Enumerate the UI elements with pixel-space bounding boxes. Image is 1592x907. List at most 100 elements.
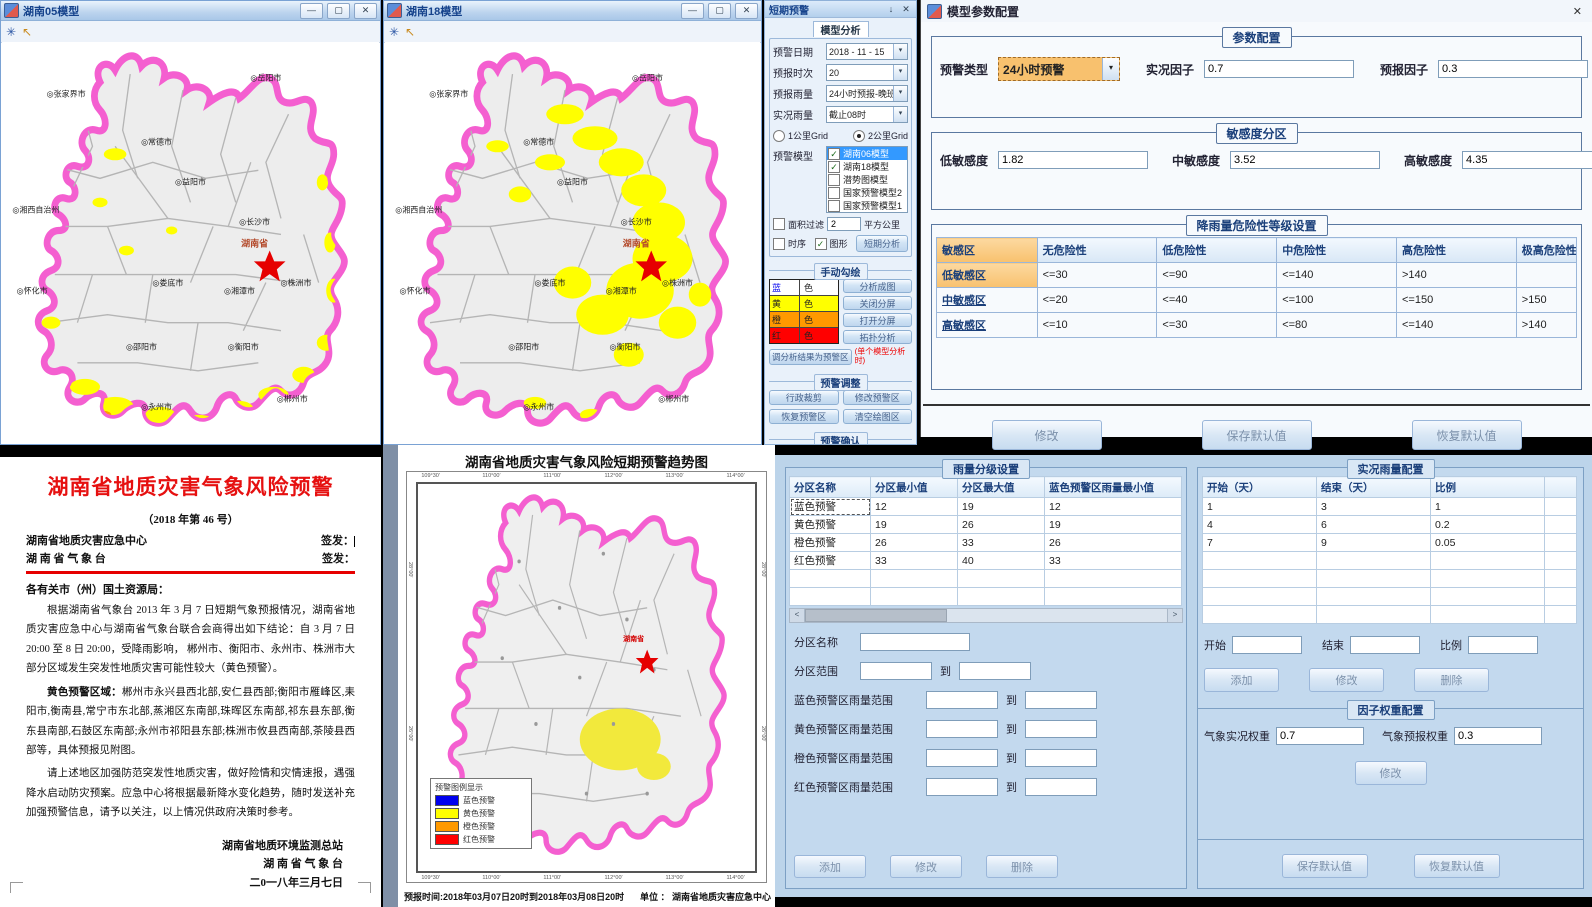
window1-minimize-button[interactable]: — xyxy=(300,3,323,19)
col-header[interactable]: 高危险性 xyxy=(1396,238,1516,263)
scroll-left-icon[interactable]: < xyxy=(790,609,805,622)
horizontal-scrollbar[interactable]: < > xyxy=(789,608,1183,623)
checkbox-icon[interactable] xyxy=(828,174,840,186)
cell[interactable]: <=80 xyxy=(1277,313,1397,338)
table-row[interactable]: 低敏感区 <=30 <=90 <=140 >140 xyxy=(937,263,1577,288)
modify-button[interactable]: 修改 xyxy=(890,855,962,878)
topology-analysis-button[interactable]: 拓扑分析 xyxy=(843,330,912,344)
pin-icon[interactable]: ↓ xyxy=(885,4,897,14)
chevron-down-icon[interactable]: ▾ xyxy=(893,86,907,101)
actual-rain-combo[interactable]: 截止08时 ▾ xyxy=(826,106,908,123)
cell[interactable]: 12 xyxy=(871,498,958,516)
cell[interactable]: 1 xyxy=(1431,498,1545,516)
weight-forecast-input[interactable] xyxy=(1454,727,1542,745)
cell[interactable]: <=20 xyxy=(1037,288,1157,313)
chevron-down-icon[interactable]: ▾ xyxy=(893,44,907,59)
forecast-factor-input[interactable] xyxy=(1438,60,1588,78)
cell[interactable]: 0.2 xyxy=(1431,516,1545,534)
timeseries-checkbox-group[interactable]: 时序 xyxy=(773,237,806,250)
actual-factor-input[interactable] xyxy=(1204,60,1354,78)
start-input[interactable] xyxy=(1232,636,1302,654)
weight-modify-button[interactable]: 修改 xyxy=(1355,761,1427,785)
tab-model-analysis[interactable]: 模型分析 xyxy=(813,21,869,37)
delete-button[interactable]: 删除 xyxy=(986,855,1058,878)
cell[interactable]: <=30 xyxy=(1037,263,1157,288)
cell[interactable]: 6 xyxy=(1317,516,1431,534)
table-row[interactable]: 1 3 1 xyxy=(1203,498,1577,516)
checkbox-checked-icon[interactable]: ✓ xyxy=(828,161,840,173)
cell[interactable]: 26 xyxy=(958,516,1045,534)
radio-2km-grid[interactable]: 2公里Grid xyxy=(853,129,908,142)
select-tool-icon[interactable]: ✳ xyxy=(6,25,16,39)
cell[interactable]: 26 xyxy=(1045,534,1182,552)
col-header[interactable] xyxy=(1545,477,1577,498)
cell[interactable]: 33 xyxy=(871,552,958,570)
dialog-titlebar[interactable]: 模型参数配置 ✕ xyxy=(921,0,1592,22)
window2-titlebar[interactable]: 湖南18模型 — ▢ ✕ xyxy=(384,1,761,21)
chevron-down-icon[interactable]: ▾ xyxy=(893,107,907,122)
cell[interactable]: <=10 xyxy=(1037,313,1157,338)
window1-map-canvas[interactable]: ◎张家界市 ◎岳阳市 ◎常德市 ◎益阳市 ◎湘西自治州 ◎长沙市 ◎湘潭市 ◎株… xyxy=(2,42,379,443)
row-header-cell[interactable]: 低敏感区 xyxy=(937,263,1038,288)
rain-hazard-table[interactable]: 敏感区 无危险性 低危险性 中危险性 高危险性 极高危险性 低敏感区 <=30 … xyxy=(936,237,1577,338)
col-header[interactable]: 极高危险性 xyxy=(1516,238,1576,263)
analyze-to-map-button[interactable]: 分析成图 xyxy=(843,279,912,293)
short-analysis-button[interactable]: 短期分析 xyxy=(856,235,908,252)
window1-maximize-button[interactable]: ▢ xyxy=(327,3,350,19)
add-button[interactable]: 添加 xyxy=(794,855,866,878)
cell[interactable]: <=140 xyxy=(1396,313,1516,338)
cell[interactable]: >140 xyxy=(1516,313,1576,338)
red-range-min-input[interactable] xyxy=(926,778,998,796)
checkbox-checked-icon[interactable]: ✓ xyxy=(828,148,840,160)
cell[interactable] xyxy=(1516,263,1576,288)
cell[interactable]: 12 xyxy=(1045,498,1182,516)
zone-range-min-input[interactable] xyxy=(860,662,932,680)
window2-close-button[interactable]: ✕ xyxy=(735,3,758,19)
cell[interactable]: 19 xyxy=(871,516,958,534)
checkbox-icon[interactable] xyxy=(773,238,785,250)
panel-titlebar[interactable]: 短期预警 ↓ ✕ xyxy=(765,1,916,18)
pointer-tool-icon[interactable]: ↖ xyxy=(22,25,32,39)
graph-checkbox-group[interactable]: ✓ 图形 xyxy=(815,237,848,250)
zone-name-input[interactable] xyxy=(860,633,970,651)
cell[interactable]: 33 xyxy=(958,534,1045,552)
model-list[interactable]: ✓ 湖南06模型 ✓ 湖南18模型 潜势图模型 xyxy=(826,146,908,213)
modify-button[interactable]: 修改 xyxy=(1309,668,1384,692)
checkbox-checked-icon[interactable]: ✓ xyxy=(815,238,827,250)
cell[interactable]: 33 xyxy=(1045,552,1182,570)
col-header[interactable]: 中危险性 xyxy=(1277,238,1397,263)
pointer-tool-icon[interactable]: ↖ xyxy=(405,25,415,39)
col-header[interactable]: 低危险性 xyxy=(1157,238,1277,263)
model-item-hunan06[interactable]: ✓ 湖南06模型 xyxy=(827,147,907,160)
close-splitscreen-button[interactable]: 关闭分屏 xyxy=(843,296,912,310)
cell[interactable]: 4 xyxy=(1203,516,1317,534)
result-to-warnzone-button[interactable]: 调分析结果为预警区 xyxy=(769,349,852,365)
restore-defaults-button[interactable]: 恢复默认值 xyxy=(1414,854,1500,878)
restore-warnzone-button[interactable]: 恢复预警区 xyxy=(769,409,839,424)
table-row[interactable]: 高敏感区 <=10 <=30 <=80 <=140 >140 xyxy=(937,313,1577,338)
delete-button[interactable]: 删除 xyxy=(1414,668,1489,692)
window2-map-canvas[interactable]: ◎张家界市 ◎岳阳市 ◎常德市 ◎益阳市 ◎湘西自治州 ◎长沙市 ◎湘潭市 ◎株… xyxy=(385,42,760,443)
table-row[interactable]: 红色预警 33 40 33 36 xyxy=(790,552,1182,570)
col-header[interactable]: 敏感区 xyxy=(937,238,1038,263)
cell[interactable]: 黄色预警 xyxy=(790,516,871,534)
cell[interactable]: 蓝色预警 xyxy=(790,498,871,516)
row-header-cell[interactable]: 高敏感区 xyxy=(937,313,1038,338)
actual-rain-table[interactable]: 开始（天） 结束（天） 比例 1 3 1 4 6 0.2 7 9 xyxy=(1202,476,1577,624)
area-filter-input[interactable] xyxy=(827,217,861,231)
open-splitscreen-button[interactable]: 打开分屏 xyxy=(843,313,912,327)
weight-actual-input[interactable] xyxy=(1276,727,1364,745)
cell[interactable]: 19 xyxy=(1045,516,1182,534)
row-header-cell[interactable]: 中敏感区 xyxy=(937,288,1038,313)
chevron-down-icon[interactable]: ▾ xyxy=(1102,58,1119,80)
cell[interactable]: 9 xyxy=(1317,534,1431,552)
checkbox-icon[interactable] xyxy=(828,200,840,212)
add-button[interactable]: 添加 xyxy=(1204,668,1279,692)
cell[interactable]: 26 xyxy=(871,534,958,552)
model-item-hunan18[interactable]: ✓ 湖南18模型 xyxy=(827,160,907,173)
col-header[interactable]: 分区最大值 xyxy=(958,477,1045,498)
yellow-range-max-input[interactable] xyxy=(1025,720,1097,738)
orange-range-min-input[interactable] xyxy=(926,749,998,767)
admin-clip-button[interactable]: 行政裁剪 xyxy=(769,390,839,405)
scrollbar-thumb[interactable] xyxy=(805,609,947,622)
